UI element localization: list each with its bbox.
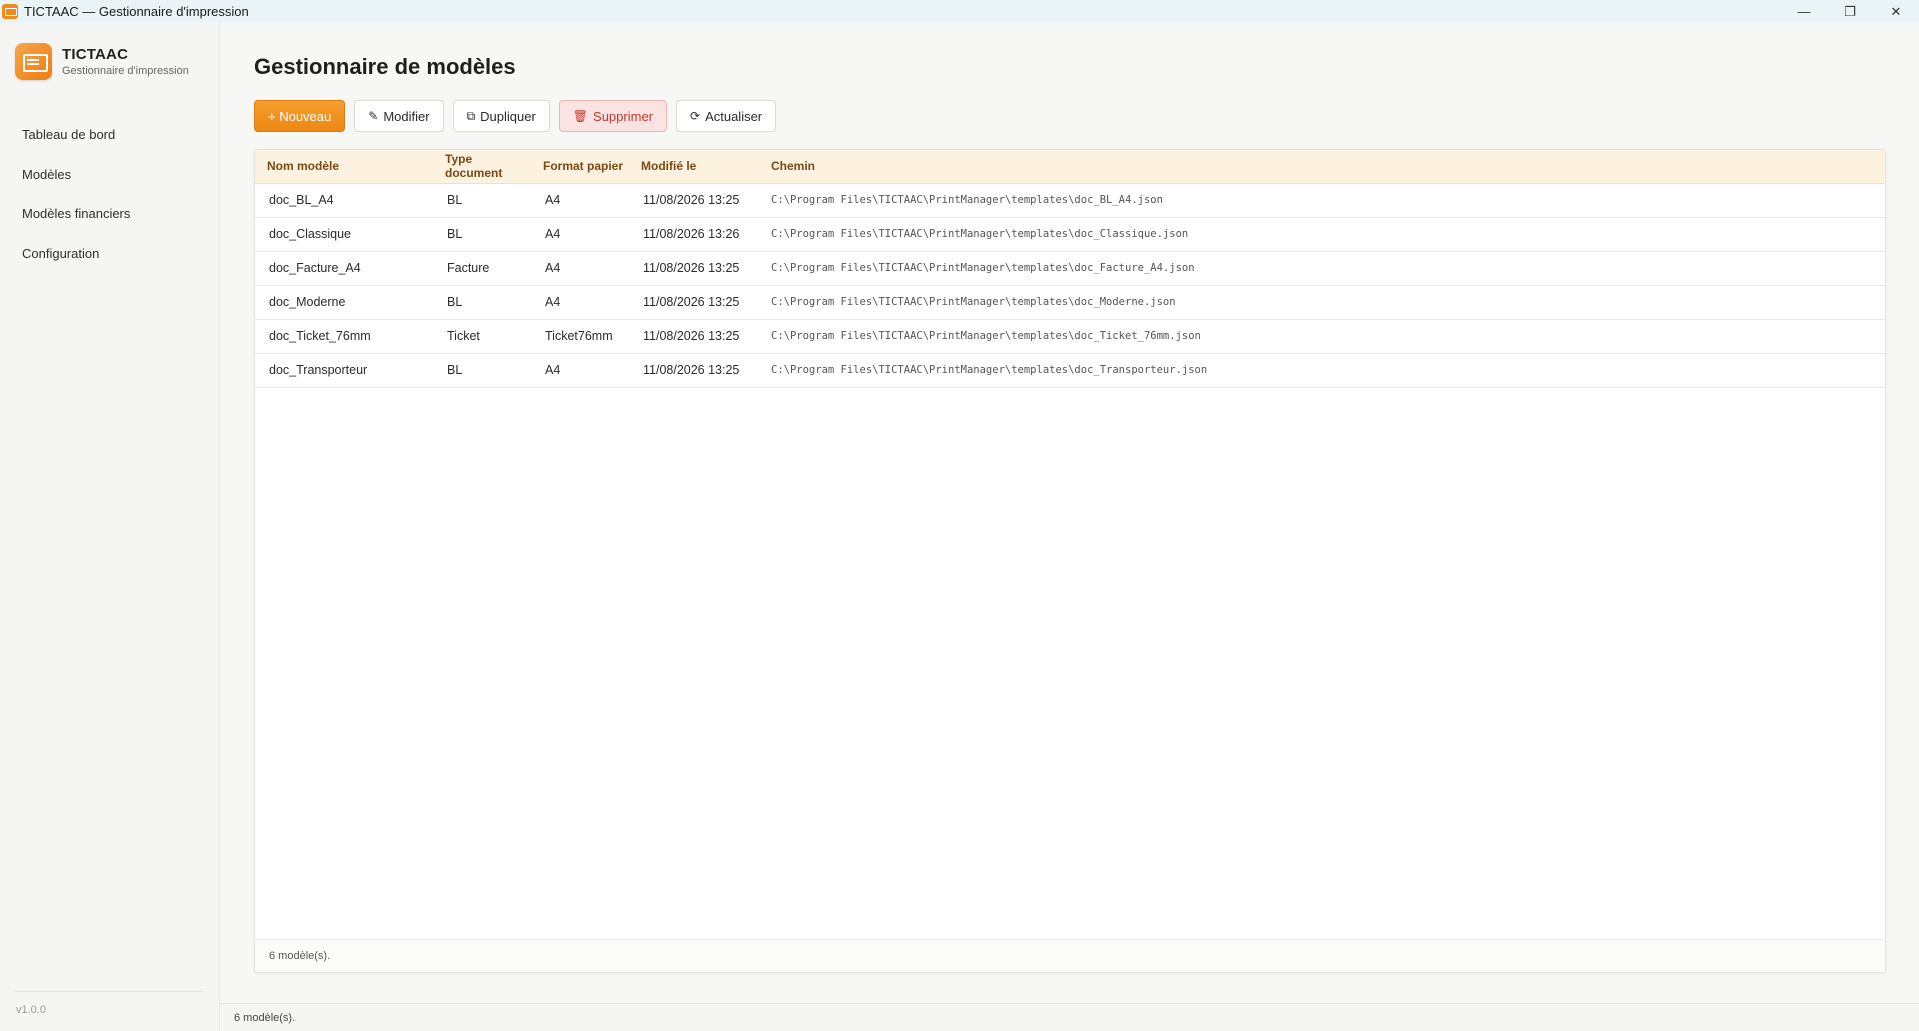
models-table: Nom modèle Type document Format papier M… [255, 150, 1885, 388]
table-row[interactable]: doc_BL_A4 BL A4 11/08/2026 13:25 C:\Prog… [255, 183, 1885, 217]
column-header-name[interactable]: Nom modèle [255, 150, 433, 184]
cell-type: Ticket [447, 329, 480, 343]
cell-format: A4 [545, 261, 561, 275]
cell-path: C:\Program Files\TICTAAC\PrintManager\te… [771, 262, 1195, 274]
cell-name: doc_Ticket_76mm [269, 329, 371, 343]
models-table-card: Nom modèle Type document Format papier M… [254, 149, 1886, 973]
refresh-icon: ⟳ [690, 109, 701, 123]
close-button[interactable]: ✕ [1873, 0, 1919, 23]
edit-button-label: Modifier [383, 108, 430, 124]
app-printer-icon [2, 4, 18, 19]
sidebar-nav: Tableau de bord Modèles Modèles financie… [0, 115, 219, 273]
cell-path: C:\Program Files\TICTAAC\PrintManager\te… [771, 296, 1176, 308]
status-bar: 6 modèle(s). [220, 1003, 1919, 1031]
cell-format: A4 [545, 295, 561, 309]
copy-icon: ⧉ [466, 108, 476, 123]
table-row[interactable]: doc_Facture_A4 Facture A4 11/08/2026 13:… [255, 251, 1885, 285]
cell-type: Facture [447, 261, 490, 275]
cell-path: C:\Program Files\TICTAAC\PrintManager\te… [771, 228, 1189, 240]
table-row[interactable]: doc_Ticket_76mm Ticket Ticket76mm 11/08/… [255, 319, 1885, 353]
cell-type: BL [447, 193, 463, 207]
table-header-row: Nom modèle Type document Format papier M… [255, 150, 1885, 184]
edit-button[interactable]: ✎ Modifier [354, 100, 444, 132]
page-title: Gestionnaire de modèles [254, 54, 516, 79]
cell-format: Ticket76mm [545, 329, 613, 343]
column-header-path[interactable]: Chemin [759, 150, 1885, 184]
main-content: Gestionnaire de modèles + Nouveau ✎ Modi… [220, 23, 1919, 998]
cell-modified: 11/08/2026 13:25 [643, 295, 740, 309]
sidebar-item-configuration[interactable]: Configuration [0, 234, 219, 274]
cell-format: A4 [545, 193, 561, 207]
cell-format: A4 [545, 227, 561, 241]
sidebar: TICTAAC Gestionnaire d'impression Tablea… [0, 23, 220, 1031]
table-row[interactable]: doc_Transporteur BL A4 11/08/2026 13:25 … [255, 353, 1885, 387]
duplicate-button-label: Dupliquer [480, 108, 536, 124]
sidebar-item-models[interactable]: Modèles [0, 155, 219, 195]
cell-name: doc_Classique [269, 227, 351, 241]
column-header-modified[interactable]: Modifié le [629, 150, 759, 184]
sidebar-item-dashboard[interactable]: Tableau de bord [0, 115, 219, 155]
printer-logo-icon [15, 43, 52, 80]
table-row[interactable]: doc_Classique BL A4 11/08/2026 13:26 C:\… [255, 217, 1885, 251]
toolbar: + Nouveau ✎ Modifier ⧉ Dupliquer 🗑 Suppr… [254, 100, 785, 132]
cell-modified: 11/08/2026 13:25 [643, 329, 740, 343]
minimize-button[interactable]: — [1781, 0, 1827, 23]
cell-type: BL [447, 363, 463, 377]
column-header-type[interactable]: Type document [433, 150, 531, 184]
refresh-button[interactable]: ⟳ Actualiser [676, 100, 777, 132]
cell-name: doc_BL_A4 [269, 193, 334, 207]
version-label: v1.0.0 [16, 1004, 46, 1016]
sidebar-item-financial-models[interactable]: Modèles financiers [0, 194, 219, 234]
table-row[interactable]: doc_Moderne BL A4 11/08/2026 13:25 C:\Pr… [255, 285, 1885, 319]
brand-subtitle: Gestionnaire d'impression [62, 65, 189, 77]
title-bar: TICTAAC — Gestionnaire d'impression — ❐ … [0, 0, 1919, 23]
table-footer-count: 6 modèle(s). [255, 939, 1885, 972]
duplicate-button[interactable]: ⧉ Dupliquer [452, 100, 550, 132]
cell-modified: 11/08/2026 13:26 [643, 227, 740, 241]
cell-type: BL [447, 227, 463, 241]
pencil-icon: ✎ [368, 109, 379, 123]
cell-format: A4 [545, 363, 561, 377]
column-header-format[interactable]: Format papier [531, 150, 629, 184]
delete-button-label: Supprimer [593, 108, 653, 124]
cell-name: doc_Facture_A4 [269, 261, 361, 275]
restore-button[interactable]: ❐ [1827, 0, 1873, 23]
window-title: TICTAAC — Gestionnaire d'impression [24, 4, 249, 19]
trash-icon: 🗑 [572, 109, 589, 123]
delete-button[interactable]: 🗑 Supprimer [558, 100, 667, 132]
sidebar-divider [15, 991, 203, 992]
brand-name: TICTAAC [62, 46, 129, 63]
new-button[interactable]: + Nouveau [254, 100, 346, 132]
cell-path: C:\Program Files\TICTAAC\PrintManager\te… [771, 194, 1163, 206]
cell-path: C:\Program Files\TICTAAC\PrintManager\te… [771, 364, 1208, 376]
new-button-label: + Nouveau [268, 108, 332, 124]
cell-path: C:\Program Files\TICTAAC\PrintManager\te… [771, 330, 1201, 342]
cell-name: doc_Transporteur [269, 363, 368, 377]
cell-modified: 11/08/2026 13:25 [643, 261, 740, 275]
cell-type: BL [447, 295, 463, 309]
refresh-button-label: Actualiser [705, 108, 763, 124]
window-controls: — ❐ ✕ [1781, 0, 1919, 23]
brand: TICTAAC Gestionnaire d'impression [15, 43, 189, 80]
cell-name: doc_Moderne [269, 295, 346, 309]
cell-modified: 11/08/2026 13:25 [643, 193, 740, 207]
cell-modified: 11/08/2026 13:25 [643, 363, 740, 377]
